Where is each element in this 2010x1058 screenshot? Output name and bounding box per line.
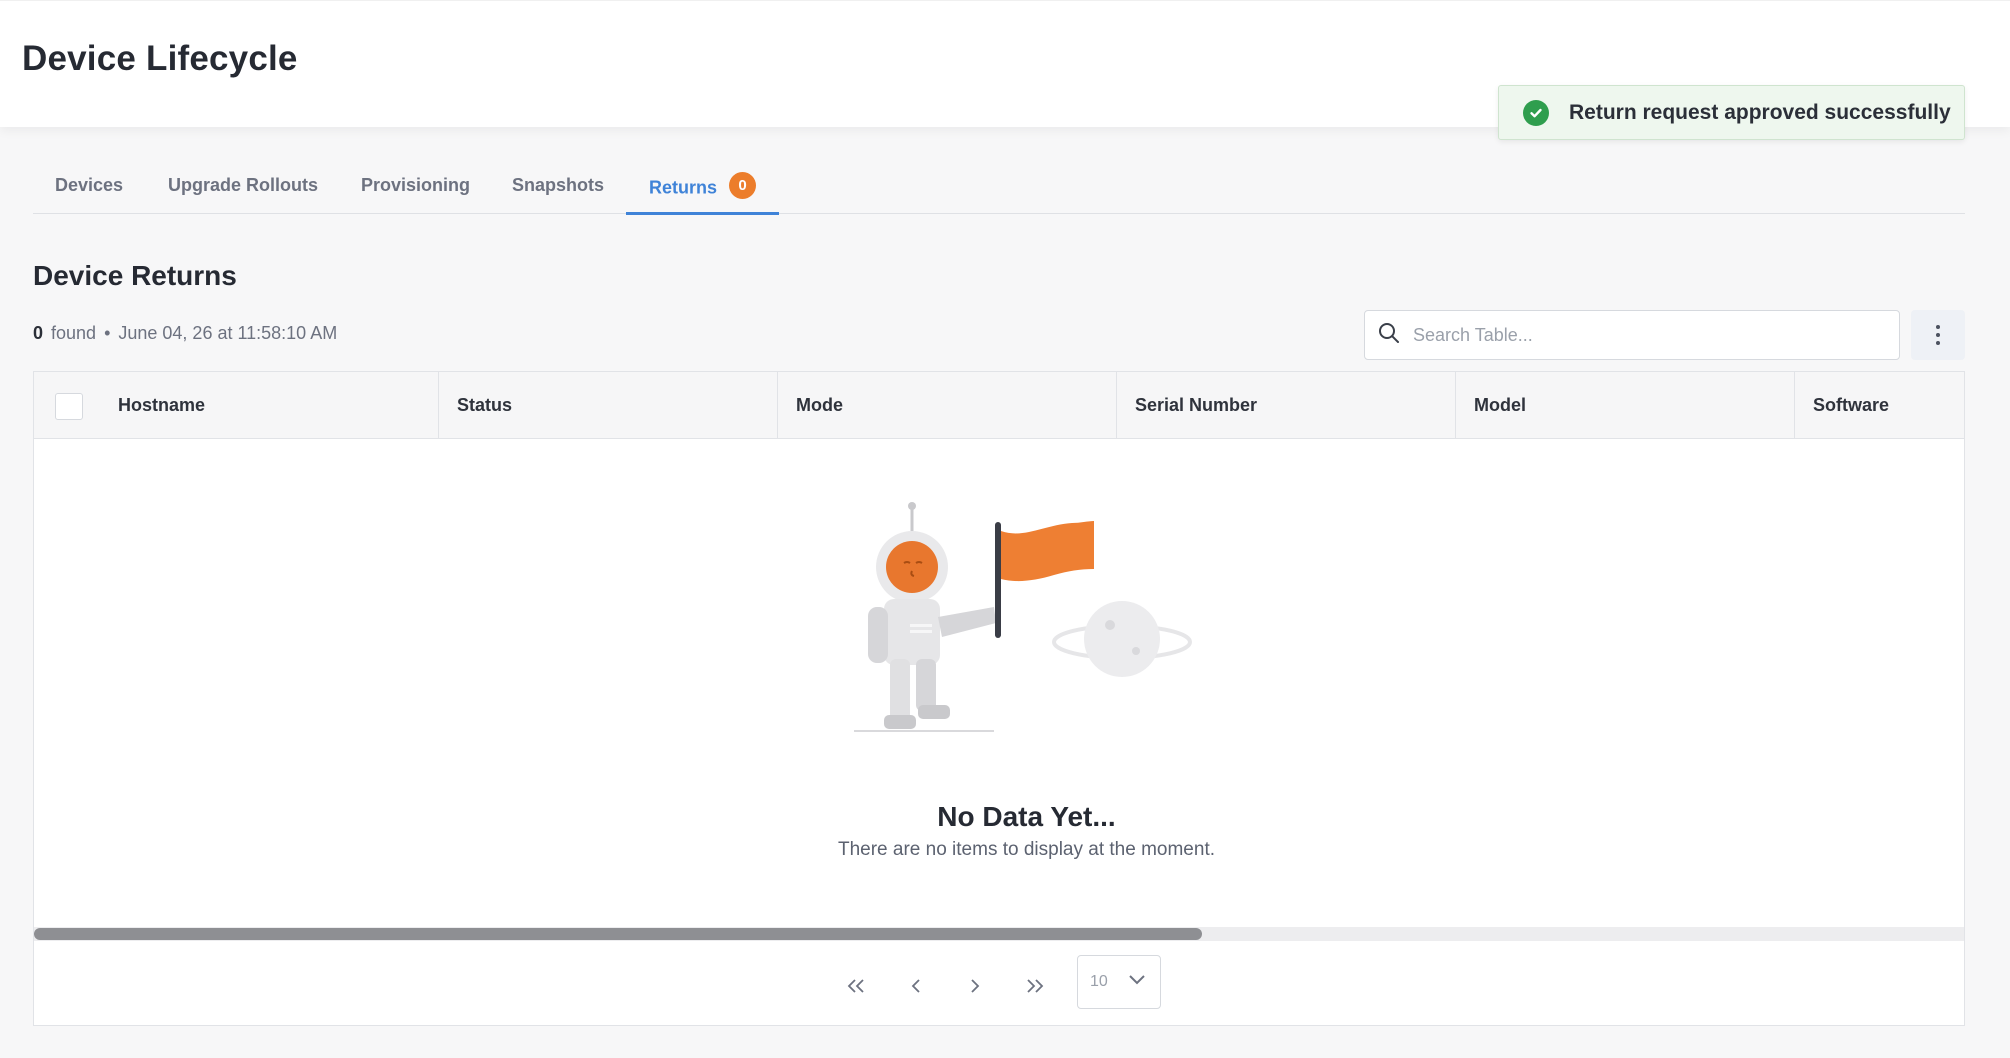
tab-provisioning[interactable]: Provisioning xyxy=(361,175,470,214)
scrollbar-thumb[interactable] xyxy=(34,928,1202,940)
tab-snapshots[interactable]: Snapshots xyxy=(512,175,604,214)
chevron-right-icon xyxy=(971,979,980,993)
search-icon xyxy=(1377,321,1401,350)
page-title: Device Lifecycle xyxy=(22,39,298,78)
empty-state: No Data Yet... There are no items to dis… xyxy=(34,439,1964,919)
more-options-button[interactable] xyxy=(1911,310,1965,360)
page-size-select[interactable]: 10 xyxy=(1077,955,1161,1009)
column-label: Serial Number xyxy=(1135,395,1258,415)
column-header-model[interactable]: Model xyxy=(1456,372,1795,439)
previous-page-button[interactable] xyxy=(899,969,933,1003)
check-circle-icon xyxy=(1523,99,1549,126)
empty-state-subtitle: There are no items to display at the mom… xyxy=(837,839,1215,860)
returns-table: Hostname Status Mode Serial Number Model… xyxy=(33,371,1965,1026)
toast-message: Return request approved successfully xyxy=(1569,100,1951,124)
tab-returns[interactable]: Returns 0 xyxy=(626,172,780,215)
double-chevron-left-icon xyxy=(847,979,864,993)
tab-label: Provisioning xyxy=(361,175,471,195)
separator: • xyxy=(104,323,111,343)
found-label: found xyxy=(51,323,97,343)
pagination: 10 xyxy=(34,941,1964,1026)
column-label: Model xyxy=(1474,395,1526,415)
column-header-status[interactable]: Status xyxy=(439,372,778,439)
astronaut-flag-illustration xyxy=(854,502,1192,732)
section-title: Device Returns xyxy=(33,260,237,291)
column-label: Mode xyxy=(796,395,843,415)
success-toast: Return request approved successfully xyxy=(1498,85,1965,140)
tab-label: Returns xyxy=(649,177,718,198)
column-header-software[interactable]: Software xyxy=(1795,372,1964,439)
page-size-value: 10 xyxy=(1090,973,1108,990)
column-label: Hostname xyxy=(118,395,206,415)
chevron-down-icon xyxy=(1129,975,1145,985)
tab-upgrade-rollouts[interactable]: Upgrade Rollouts xyxy=(168,175,318,214)
tab-label: Upgrade Rollouts xyxy=(168,175,319,195)
last-updated-timestamp: June 04, 26 at 11:58:10 AM xyxy=(118,323,338,343)
first-page-button[interactable] xyxy=(840,969,874,1003)
kebab-dot xyxy=(1936,341,1940,345)
kebab-dot xyxy=(1936,325,1940,329)
tab-devices[interactable]: Devices xyxy=(55,175,123,214)
tab-bar: Devices Upgrade Rollouts Provisioning Sn… xyxy=(33,165,1965,215)
tab-label: Devices xyxy=(55,175,124,195)
table-header: Hostname Status Mode Serial Number Model… xyxy=(34,372,1964,439)
select-all-checkbox[interactable] xyxy=(55,393,83,420)
double-chevron-right-icon xyxy=(1027,979,1044,993)
results-summary: 0 found • June 04, 26 at 11:58:10 AM xyxy=(33,323,337,344)
tab-label: Snapshots xyxy=(512,175,605,195)
kebab-dot xyxy=(1936,333,1940,337)
results-count: 0 xyxy=(33,323,44,343)
column-header-serial-number[interactable]: Serial Number xyxy=(1117,372,1456,439)
horizontal-scrollbar[interactable] xyxy=(34,927,1964,941)
last-page-button[interactable] xyxy=(1017,969,1051,1003)
column-label: Software xyxy=(1813,395,1890,415)
next-page-button[interactable] xyxy=(958,969,992,1003)
column-label: Status xyxy=(457,395,513,415)
column-header-hostname[interactable]: Hostname xyxy=(34,372,439,439)
chevron-left-icon xyxy=(911,979,920,993)
returns-count-badge: 0 xyxy=(729,172,757,199)
search-input[interactable] xyxy=(1413,324,1883,346)
empty-state-title: No Data Yet... xyxy=(937,801,1116,832)
column-header-mode[interactable]: Mode xyxy=(778,372,1117,439)
search-box[interactable] xyxy=(1364,310,1900,360)
